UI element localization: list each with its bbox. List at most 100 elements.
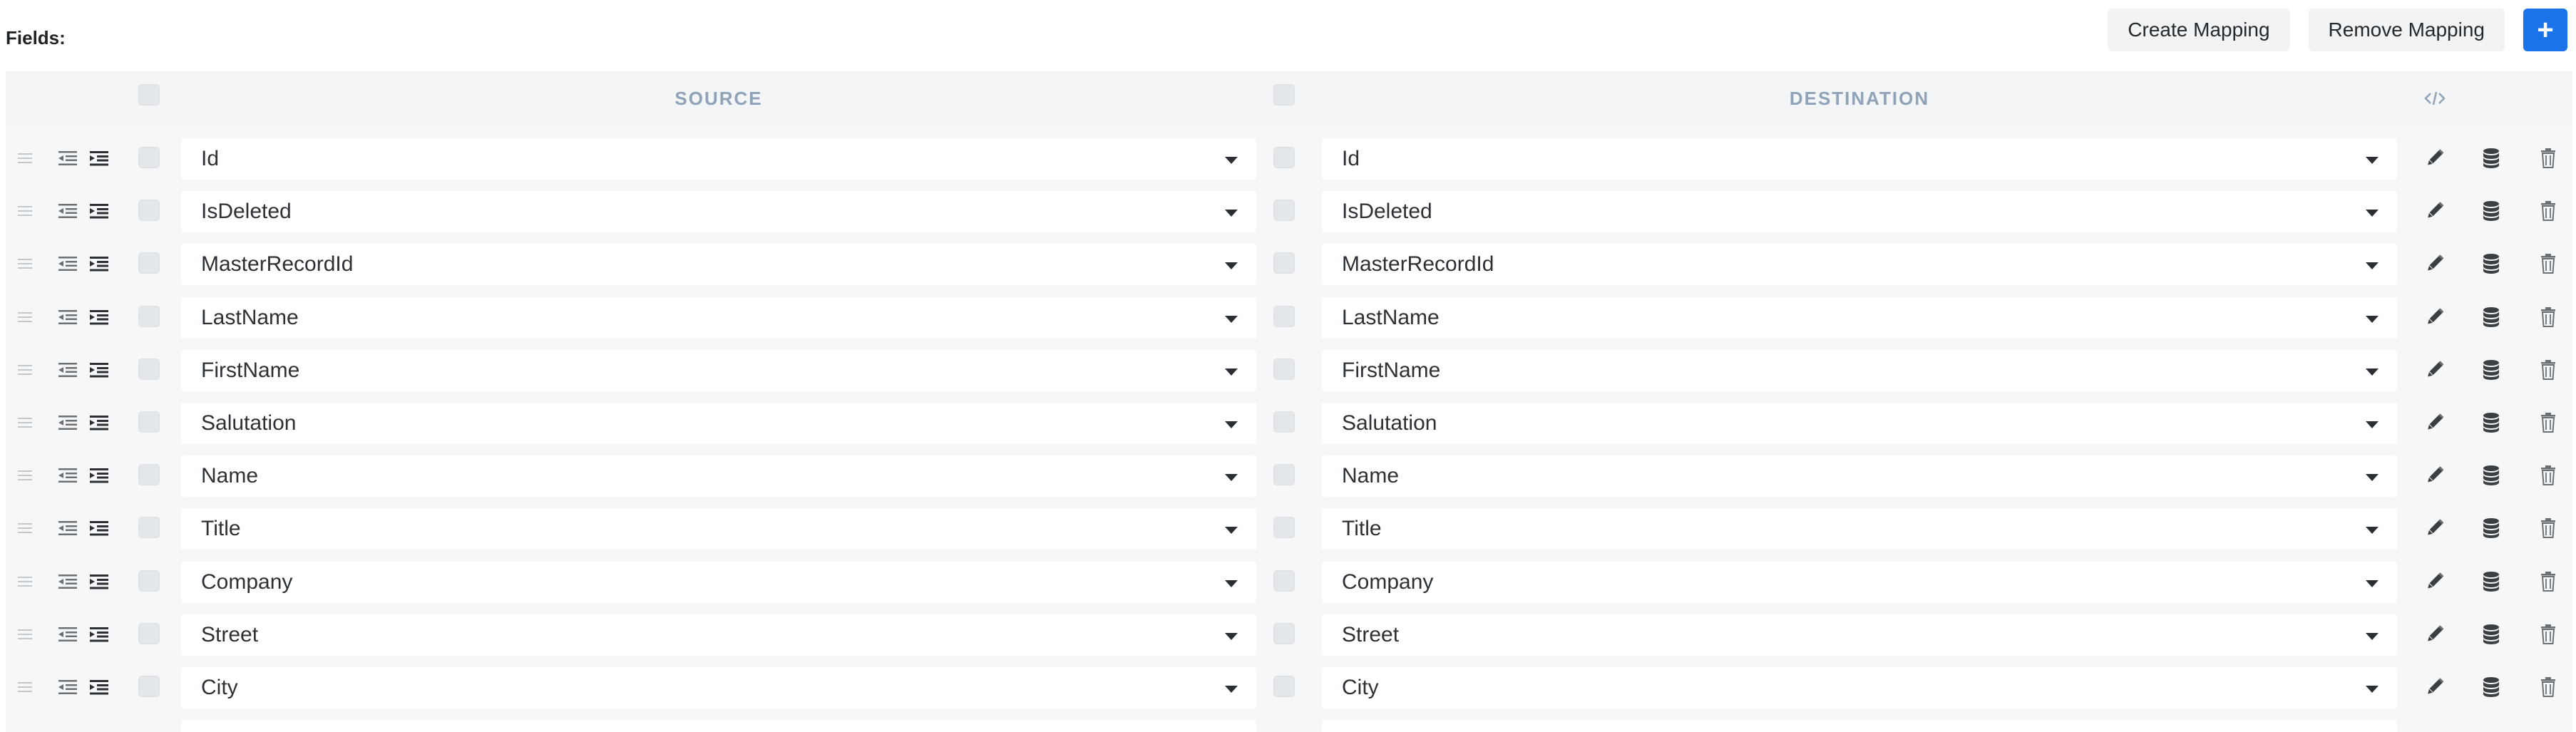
trash-icon[interactable] [2537, 517, 2560, 540]
database-icon[interactable] [2480, 517, 2503, 540]
destination-field-select[interactable]: Company [1322, 561, 2397, 603]
destination-field-select[interactable]: Street [1322, 614, 2397, 656]
outdent-icon[interactable] [57, 679, 78, 695]
edit-icon[interactable] [2423, 200, 2446, 222]
database-icon[interactable] [2480, 623, 2503, 646]
trash-icon[interactable] [2537, 200, 2560, 222]
destination-row-checkbox[interactable] [1273, 305, 1295, 327]
destination-field-select[interactable]: IsDeleted [1322, 191, 2397, 233]
drag-handle-icon[interactable] [17, 416, 33, 430]
destination-row-checkbox[interactable] [1273, 147, 1295, 168]
destination-field-select[interactable]: City [1322, 667, 2397, 708]
destination-row-checkbox[interactable] [1273, 411, 1295, 433]
source-field-select[interactable]: Salutation [181, 403, 1256, 444]
select-all-source-checkbox[interactable] [138, 84, 160, 105]
select-all-destination-checkbox[interactable] [1273, 84, 1295, 105]
trash-icon[interactable] [2537, 570, 2560, 593]
source-field-select[interactable]: Company [181, 561, 1256, 603]
edit-icon[interactable] [2423, 147, 2446, 170]
drag-handle-icon[interactable] [17, 627, 33, 641]
destination-row-checkbox[interactable] [1273, 622, 1295, 644]
destination-row-checkbox[interactable] [1273, 569, 1295, 592]
edit-icon[interactable] [2423, 676, 2446, 699]
edit-icon[interactable] [2423, 411, 2446, 434]
edit-icon[interactable] [2423, 517, 2446, 540]
destination-field-select[interactable]: FirstName [1322, 349, 2397, 391]
destination-row-checkbox[interactable] [1273, 676, 1295, 697]
indent-icon[interactable] [88, 362, 110, 378]
database-icon[interactable] [2480, 570, 2503, 593]
drag-handle-icon[interactable] [17, 363, 33, 377]
database-icon[interactable] [2480, 200, 2503, 222]
create-mapping-button[interactable]: Create Mapping [2108, 9, 2290, 51]
edit-icon[interactable] [2423, 570, 2446, 593]
outdent-icon[interactable] [57, 627, 78, 642]
source-row-checkbox[interactable] [138, 411, 160, 433]
outdent-icon[interactable] [57, 150, 78, 166]
remove-mapping-button[interactable]: Remove Mapping [2308, 9, 2505, 51]
destination-field-select[interactable]: MasterRecordId [1322, 244, 2397, 286]
drag-handle-icon[interactable] [17, 151, 33, 165]
trash-icon[interactable] [2537, 359, 2560, 381]
outdent-icon[interactable] [57, 309, 78, 325]
add-field-button[interactable]: + [2523, 9, 2567, 51]
destination-field-select[interactable]: Salutation [1322, 403, 2397, 444]
destination-field-select[interactable]: LastName [1322, 297, 2397, 339]
outdent-icon[interactable] [57, 362, 78, 378]
trash-icon[interactable] [2537, 464, 2560, 487]
trash-icon[interactable] [2537, 411, 2560, 434]
indent-icon[interactable] [88, 309, 110, 325]
drag-handle-icon[interactable] [17, 680, 33, 694]
indent-icon[interactable] [88, 627, 110, 642]
database-icon[interactable] [2480, 359, 2503, 381]
source-field-select[interactable]: MasterRecordId [181, 244, 1256, 286]
trash-icon[interactable] [2537, 306, 2560, 329]
indent-icon[interactable] [88, 520, 110, 536]
drag-handle-icon[interactable] [17, 468, 33, 483]
edit-icon[interactable] [2423, 359, 2446, 381]
outdent-icon[interactable] [57, 468, 78, 483]
trash-icon[interactable] [2537, 252, 2560, 275]
database-icon[interactable] [2480, 676, 2503, 699]
code-icon[interactable] [2423, 88, 2447, 108]
outdent-icon[interactable] [57, 203, 78, 219]
database-icon[interactable] [2480, 252, 2503, 275]
indent-icon[interactable] [88, 468, 110, 483]
source-field-select[interactable]: Name [181, 455, 1256, 498]
indent-icon[interactable] [88, 679, 110, 695]
source-row-checkbox[interactable] [138, 252, 160, 274]
drag-handle-icon[interactable] [17, 574, 33, 589]
destination-row-checkbox[interactable] [1273, 517, 1295, 539]
outdent-icon[interactable] [57, 256, 78, 272]
destination-field-select[interactable]: Name [1322, 455, 2397, 498]
database-icon[interactable] [2480, 411, 2503, 434]
drag-handle-icon[interactable] [17, 204, 33, 218]
source-field-select[interactable]: LastName [181, 297, 1256, 339]
trash-icon[interactable] [2537, 676, 2560, 699]
indent-icon[interactable] [88, 256, 110, 272]
source-row-checkbox[interactable] [138, 305, 160, 327]
source-row-checkbox[interactable] [138, 200, 160, 222]
destination-row-checkbox[interactable] [1273, 464, 1295, 486]
outdent-icon[interactable] [57, 415, 78, 431]
source-field-select[interactable]: IsDeleted [181, 191, 1256, 233]
source-row-checkbox[interactable] [138, 517, 160, 539]
indent-icon[interactable] [88, 415, 110, 431]
source-row-checkbox[interactable] [138, 569, 160, 592]
source-field-select[interactable]: Street [181, 614, 1256, 656]
source-row-checkbox[interactable] [138, 622, 160, 644]
source-row-checkbox[interactable] [138, 464, 160, 486]
drag-handle-icon[interactable] [17, 310, 33, 324]
source-field-select[interactable]: Id [181, 138, 1256, 180]
source-field-select[interactable]: City [181, 667, 1256, 708]
source-field-select[interactable]: Title [181, 508, 1256, 550]
trash-icon[interactable] [2537, 623, 2560, 646]
destination-row-checkbox[interactable] [1273, 200, 1295, 222]
outdent-icon[interactable] [57, 574, 78, 589]
edit-icon[interactable] [2423, 623, 2446, 646]
source-row-checkbox[interactable] [138, 147, 160, 168]
destination-field-select[interactable]: Title [1322, 508, 2397, 550]
outdent-icon[interactable] [57, 520, 78, 536]
source-field-select[interactable]: FirstName [181, 349, 1256, 391]
indent-icon[interactable] [88, 203, 110, 219]
